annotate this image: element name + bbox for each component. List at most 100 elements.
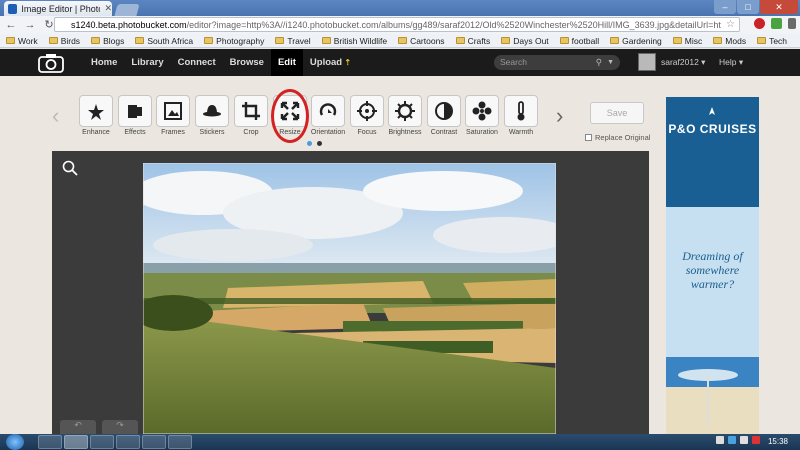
close-tab-icon[interactable]: ✕ bbox=[104, 3, 112, 14]
tool-label: Crop bbox=[243, 129, 259, 136]
tool-focus[interactable]: Focus bbox=[349, 95, 385, 136]
help-menu[interactable]: Help ▾ bbox=[719, 49, 743, 76]
taskbar-app-icon[interactable] bbox=[116, 435, 140, 449]
tool-label: Saturation bbox=[466, 129, 498, 136]
replace-original-option[interactable]: Replace Original bbox=[585, 133, 650, 142]
taskbar-chrome-icon[interactable] bbox=[64, 435, 88, 449]
nav-browse[interactable]: Browse bbox=[223, 49, 271, 76]
tool-enhance[interactable]: Enhance bbox=[78, 95, 114, 136]
tool-brightness[interactable]: Brightness bbox=[387, 95, 423, 136]
contrast-icon bbox=[427, 95, 461, 127]
replace-original-checkbox[interactable] bbox=[585, 134, 592, 141]
bookmark-folder[interactable]: Crafts bbox=[455, 36, 490, 46]
taskbar-explorer-icon[interactable] bbox=[142, 435, 166, 449]
start-button[interactable] bbox=[6, 434, 24, 450]
bookmark-folder[interactable]: Days Out bbox=[501, 36, 549, 46]
username-menu[interactable]: saraf2012 ▾ bbox=[661, 49, 705, 76]
bookmark-folder[interactable]: Misc bbox=[672, 36, 702, 46]
maximize-button[interactable]: □ bbox=[737, 0, 759, 14]
bookmark-folder[interactable]: Travel bbox=[275, 35, 311, 46]
tool-saturation[interactable]: Saturation bbox=[464, 95, 500, 136]
pinterest-icon[interactable] bbox=[754, 18, 765, 29]
tool-contrast[interactable]: Contrast bbox=[426, 95, 462, 136]
bookmark-label: Mods bbox=[725, 35, 747, 46]
tools-prev-arrow-icon[interactable]: ‹ bbox=[52, 103, 59, 129]
bookmark-folder[interactable]: Blogs bbox=[91, 36, 124, 46]
tray-network-icon[interactable] bbox=[728, 436, 736, 444]
nav-label: Browse bbox=[229, 57, 264, 68]
avatar[interactable] bbox=[638, 53, 656, 71]
nav-label: Home bbox=[91, 57, 118, 68]
bookmark-label: Tech bbox=[769, 35, 788, 46]
tool-crop[interactable]: Crop bbox=[233, 95, 269, 136]
effects-icon bbox=[118, 95, 152, 127]
nav-label: Connect bbox=[177, 57, 216, 68]
page-dot-2[interactable] bbox=[317, 141, 322, 146]
tray-security-icon[interactable] bbox=[752, 436, 760, 444]
warmth-icon bbox=[504, 95, 538, 127]
forward-arrow-icon[interactable]: → bbox=[23, 18, 37, 32]
save-button[interactable]: Save bbox=[590, 102, 644, 124]
address-bar[interactable]: s1240.beta.photobucket.com/editor?image=… bbox=[54, 17, 740, 32]
back-arrow-icon[interactable]: ← bbox=[4, 18, 18, 32]
bookmark-label: Travel bbox=[287, 35, 311, 46]
tool-label: Enhance bbox=[82, 129, 110, 136]
undo-button[interactable]: ↶ bbox=[60, 420, 96, 434]
taskbar-skype-icon[interactable] bbox=[90, 435, 114, 449]
evernote-icon[interactable] bbox=[771, 18, 782, 29]
menu-icon[interactable] bbox=[788, 18, 796, 29]
tool-orientation[interactable]: Orientation bbox=[310, 95, 346, 136]
tool-frames[interactable]: Frames bbox=[155, 95, 191, 136]
bookmark-folder[interactable]: Birds bbox=[48, 36, 80, 46]
search-placeholder: Search bbox=[500, 57, 527, 67]
minimize-button[interactable]: – bbox=[714, 0, 736, 14]
bookmark-label: British Wildlife bbox=[333, 35, 388, 46]
bookmark-folder[interactable]: football bbox=[559, 35, 600, 46]
tool-effects[interactable]: Effects bbox=[117, 95, 153, 136]
taskbar-paint-icon[interactable] bbox=[168, 435, 192, 449]
bookmark-star-icon[interactable]: ☆ bbox=[726, 19, 735, 30]
search-options-chevron-icon[interactable]: ▼ bbox=[607, 55, 614, 70]
nav-label: Edit bbox=[277, 57, 296, 68]
page-dot-1[interactable] bbox=[307, 141, 312, 146]
photobucket-logo-icon[interactable] bbox=[38, 53, 64, 73]
search-input[interactable]: Search ⚲ ▼ bbox=[494, 55, 620, 70]
nav-home[interactable]: Home bbox=[84, 49, 124, 76]
bookmark-folder[interactable]: Cartoons bbox=[398, 36, 445, 46]
browser-toolbar: ← → ↻ s1240.beta.photobucket.com/editor?… bbox=[0, 16, 800, 34]
close-window-button[interactable]: ✕ bbox=[760, 0, 798, 14]
tray-arrow-icon[interactable] bbox=[716, 436, 724, 444]
tools-next-arrow-icon[interactable]: › bbox=[556, 103, 563, 129]
site-header: Home Library Connect Browse Edit Upload ⇡ Sea… bbox=[0, 49, 800, 76]
tool-warmth[interactable]: Warmth bbox=[503, 95, 539, 136]
bookmark-folder[interactable]: Work bbox=[6, 36, 38, 46]
bookmark-folder[interactable]: South Africa bbox=[135, 36, 193, 46]
redo-button[interactable]: ↷ bbox=[102, 420, 138, 434]
nav-label: Upload bbox=[309, 57, 343, 68]
bookmark-label: Blogs bbox=[103, 35, 125, 46]
bookmark-folder[interactable]: Tech bbox=[757, 36, 787, 46]
browser-titlebar: Image Editor | Photobucke ✕ – □ ✕ bbox=[0, 0, 800, 16]
zoom-icon[interactable] bbox=[62, 160, 78, 176]
brightness-icon bbox=[388, 95, 422, 127]
bookmark-folder[interactable]: Gardening bbox=[610, 36, 662, 46]
focus-icon bbox=[350, 95, 384, 127]
nav-library[interactable]: Library bbox=[124, 49, 170, 76]
browser-tab[interactable]: Image Editor | Photobucke ✕ bbox=[4, 1, 112, 16]
bookmark-folder[interactable]: British Wildlife bbox=[321, 35, 388, 46]
new-tab-button[interactable] bbox=[114, 4, 140, 16]
tray-volume-icon[interactable] bbox=[740, 436, 748, 444]
bookmark-label: football bbox=[571, 35, 600, 46]
nav-upload[interactable]: Upload ⇡ bbox=[303, 49, 358, 76]
edited-photo bbox=[143, 163, 556, 434]
bookmark-folder[interactable]: Mods bbox=[713, 36, 746, 46]
nav-connect[interactable]: Connect bbox=[171, 49, 223, 76]
taskbar-ie-icon[interactable] bbox=[38, 435, 62, 449]
tool-stickers[interactable]: Stickers bbox=[194, 95, 230, 136]
photobucket-favicon-icon bbox=[8, 3, 18, 14]
search-icon[interactable]: ⚲ bbox=[596, 55, 602, 70]
nav-edit[interactable]: Edit bbox=[270, 49, 303, 76]
bookmarks-bar: Work Birds Blogs South Africa Photography Tra… bbox=[0, 34, 800, 48]
bookmark-folder[interactable]: Photography bbox=[204, 36, 264, 46]
folder-icon bbox=[559, 37, 569, 44]
